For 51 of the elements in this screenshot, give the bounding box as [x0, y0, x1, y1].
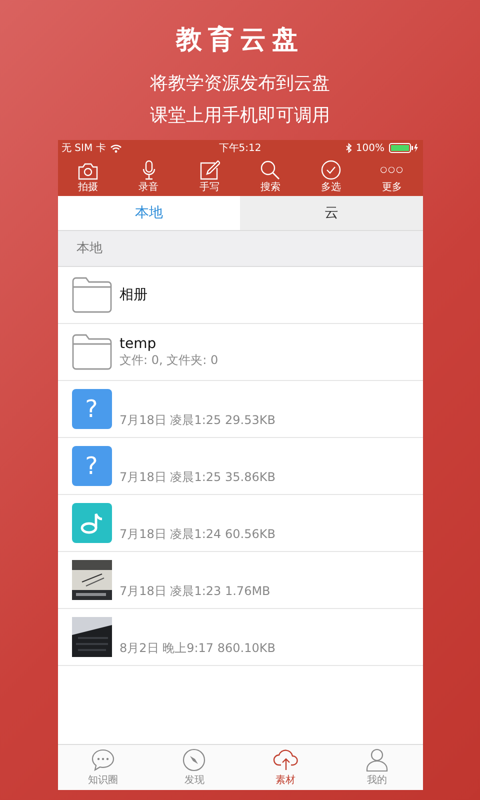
cloud-upload-icon: [272, 748, 299, 772]
more-tool-button[interactable]: ○○○ 更多: [362, 156, 422, 196]
battery-percent: 100%: [356, 142, 384, 154]
search-tool-button[interactable]: 搜索: [240, 156, 301, 196]
folder-name: 相册: [120, 286, 148, 304]
checkmark-icon: [321, 160, 342, 180]
file-info: 7月18日 凌晨1:23 1.76MB: [120, 582, 270, 600]
file-info: 7月18日 凌晨1:25 29.53KB: [120, 412, 276, 428]
microphone-icon: [142, 160, 156, 180]
carrier-text: 无 SIM 卡: [62, 142, 106, 155]
bluetooth-icon: [346, 143, 352, 153]
folder-row[interactable]: temp 文件: 0, 文件夹: 0: [58, 324, 422, 381]
file-row[interactable]: 7月18日 凌晨1:23 1.76MB: [58, 552, 422, 609]
subtitle: 课堂上用手机即可调用: [150, 104, 330, 128]
wifi-icon: [110, 144, 122, 152]
check-tool-button[interactable]: 多选: [300, 156, 362, 196]
battery-icon: [388, 143, 418, 153]
compass-icon: [182, 748, 206, 772]
folder-row[interactable]: 相册: [58, 267, 422, 324]
file-row[interactable]: ? 7月18日 凌晨1:25 29.53KB: [58, 381, 422, 438]
pencil-icon: [200, 160, 220, 180]
file-row[interactable]: ? 7月18日 凌晨1:25 35.86KB: [58, 438, 422, 495]
folder-name: temp: [120, 336, 158, 352]
nav-tab[interactable]: 知识圈: [58, 745, 149, 790]
nav-tab[interactable]: 发现: [148, 745, 240, 790]
file-info: 7月18日 凌晨1:24 60.56KB: [120, 526, 276, 542]
more-icon: ○○○: [380, 160, 404, 180]
file-info: 8月2日 晚上9:17 860.10KB: [120, 640, 276, 656]
clock-text: 下午5:12: [218, 142, 262, 155]
headline: 教育云盘: [176, 24, 304, 57]
folder-icon: [72, 277, 112, 313]
file-row[interactable]: 8月2日 晚上9:17 860.10KB: [58, 609, 422, 666]
subtitle: 将教学资源发布到云盘: [150, 72, 330, 96]
search-icon: [260, 160, 280, 180]
nav-tab[interactable]: 素材: [240, 745, 332, 790]
person-icon: [366, 748, 388, 772]
mic-tool-button[interactable]: 录音: [118, 156, 180, 196]
unknown-file-icon: ?: [72, 446, 112, 486]
folder-info: 文件: 0, 文件夹: 0: [120, 352, 218, 368]
camera-icon: [78, 162, 98, 180]
music-file-icon: [72, 503, 112, 543]
chat-bubble-icon: [91, 748, 116, 772]
unknown-file-icon: ?: [72, 389, 112, 429]
camera-tool-button[interactable]: 拍摄: [58, 156, 118, 196]
nav-tab[interactable]: 我的: [331, 745, 422, 790]
folder-icon: [72, 334, 112, 370]
tab[interactable]: 云: [240, 196, 422, 230]
file-row[interactable]: 7月18日 凌晨1:24 60.56KB: [58, 495, 422, 552]
pen-tool-button[interactable]: 手写: [179, 156, 240, 196]
section-header: 本地: [58, 230, 422, 267]
file-info: 7月18日 凌晨1:25 35.86KB: [120, 468, 276, 486]
